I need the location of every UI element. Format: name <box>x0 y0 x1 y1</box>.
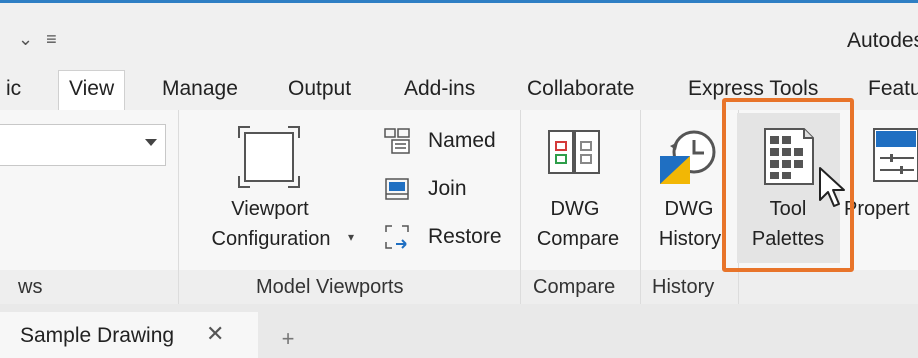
dwg-compare-label-1: DWG <box>550 198 600 220</box>
restore-viewports-button[interactable]: Restore <box>384 218 510 258</box>
tab-collaborate[interactable]: Collaborate <box>527 77 634 101</box>
dwg-compare-icon[interactable] <box>546 128 604 186</box>
panel-label-strip <box>0 270 918 304</box>
viewport-configuration-icon[interactable] <box>236 124 302 190</box>
tab-view[interactable]: View <box>58 70 126 111</box>
title-bar: ⌄ ≡ Autodesk <box>0 3 918 65</box>
restore-viewports-label: Restore <box>428 225 502 248</box>
dwg-history-icon[interactable] <box>656 128 718 188</box>
viewport-configuration-label-1: Viewport <box>231 198 309 220</box>
named-viewports-label: Named <box>428 129 496 152</box>
join-viewports-icon <box>385 178 409 200</box>
panel-divider <box>520 110 521 304</box>
chevron-down-icon[interactable] <box>145 139 157 146</box>
document-tab-bar: Sample Drawing ✕ + <box>0 304 918 358</box>
document-tab-label: Sample Drawing <box>20 324 175 347</box>
quick-access-toolbar[interactable]: ⌄ ≡ <box>18 29 65 50</box>
join-viewports-label: Join <box>428 177 467 200</box>
dwg-history-label-1: DWG <box>664 198 714 220</box>
tab-featured[interactable]: Featu <box>868 77 918 101</box>
views-combo[interactable] <box>0 124 166 166</box>
caret-down-icon[interactable]: ▾ <box>348 230 354 244</box>
plus-icon: + <box>281 326 295 351</box>
join-viewports-button[interactable]: Join <box>384 170 510 210</box>
document-tab-sample-drawing[interactable]: Sample Drawing ✕ <box>0 312 258 358</box>
app-title: Autodesk <box>847 29 918 52</box>
named-viewports-icon <box>384 128 410 154</box>
viewport-configuration-label-2: Configuration <box>211 228 331 250</box>
restore-viewports-icon <box>385 225 409 249</box>
panel-label-history: History <box>652 276 715 298</box>
new-tab-button[interactable]: + <box>266 322 310 356</box>
qat-chevron-icon[interactable]: ⌄ <box>18 29 33 49</box>
properties-label: Propert <box>844 198 910 220</box>
mouse-cursor-icon <box>819 167 845 207</box>
qat-menu-icon[interactable]: ≡ <box>46 29 57 49</box>
panel-label-model-viewports: Model Viewports <box>256 276 404 298</box>
tab-add-ins[interactable]: Add-ins <box>404 77 475 101</box>
panel-label-views: ws <box>18 276 43 298</box>
properties-icon[interactable] <box>870 126 918 188</box>
panel-divider <box>640 110 641 304</box>
tab-manage[interactable]: Manage <box>162 77 238 101</box>
named-viewports-button[interactable]: Named <box>384 122 510 162</box>
tab-output[interactable]: Output <box>288 77 351 101</box>
dwg-compare-label-2: Compare <box>536 228 620 250</box>
tab-graphic[interactable]: ic <box>6 77 21 101</box>
panel-label-compare: Compare <box>533 276 616 298</box>
panel-divider <box>178 110 179 304</box>
dwg-history-label-2: History <box>658 228 722 250</box>
close-icon[interactable]: ✕ <box>206 321 224 347</box>
